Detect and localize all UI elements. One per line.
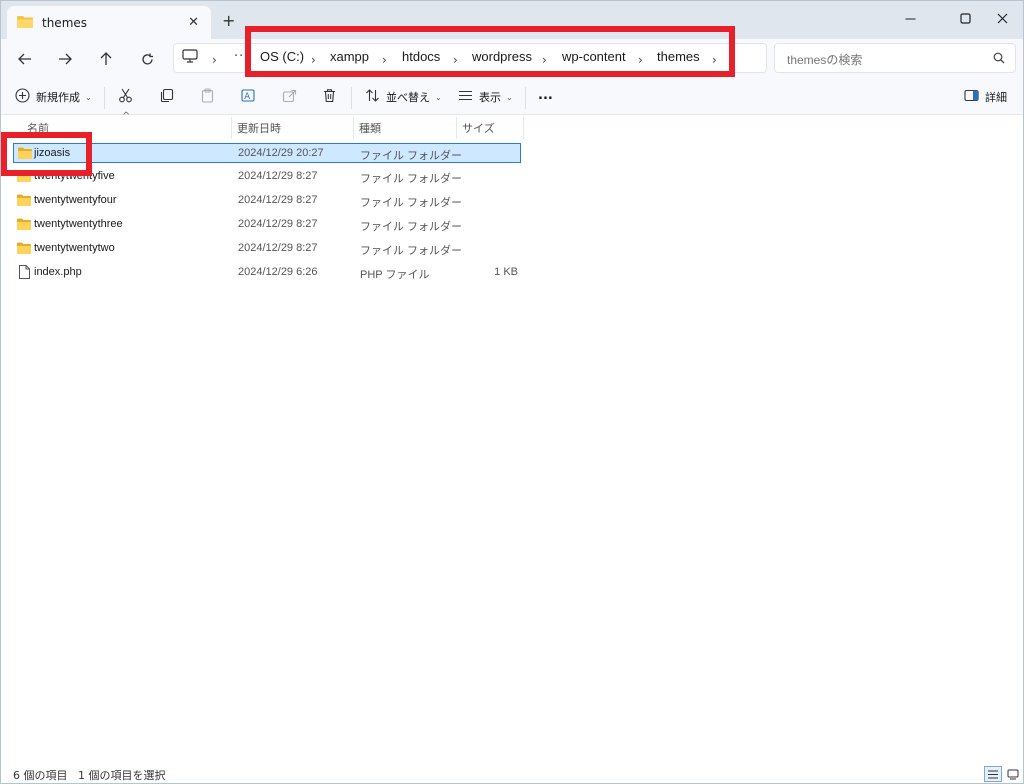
back-arrow-icon[interactable] bbox=[9, 43, 41, 75]
chevron-right-icon[interactable]: › bbox=[212, 53, 217, 67]
file-modified: 2024/12/29 8:27 bbox=[238, 194, 318, 206]
file-row[interactable]: index.php 2024/12/29 6:26 PHP ファイル 1 KB bbox=[13, 263, 521, 283]
file-modified: 2024/12/29 20:27 bbox=[238, 147, 324, 159]
file-name: twentytwentythree bbox=[34, 218, 123, 230]
toolbar-divider bbox=[104, 87, 105, 109]
rename-icon: A bbox=[241, 88, 256, 106]
sort-button-label: 並べ替え bbox=[386, 91, 430, 104]
selected-count: 1 個の項目を選択 bbox=[78, 769, 166, 782]
toolbar-divider bbox=[351, 87, 352, 109]
share-icon bbox=[282, 88, 297, 106]
status-bar: 6 個の項目 1 個の項目を選択 bbox=[1, 763, 1023, 783]
more-options-button[interactable]: ... bbox=[538, 83, 553, 107]
refresh-icon[interactable] bbox=[131, 43, 163, 75]
sort-button[interactable]: 並べ替え ⌄ bbox=[365, 85, 442, 109]
search-icon[interactable] bbox=[993, 52, 1005, 67]
svg-text:A: A bbox=[244, 92, 250, 102]
file-name: index.php bbox=[34, 266, 82, 278]
file-row[interactable]: twentytwentythree 2024/12/29 8:27 ファイル フ… bbox=[13, 215, 521, 235]
column-header-modified[interactable]: 更新日時 bbox=[231, 117, 353, 139]
rename-button[interactable]: A bbox=[241, 85, 256, 109]
toolbar-divider bbox=[525, 87, 526, 109]
new-button-label: 新規作成 bbox=[36, 91, 80, 104]
computer-icon[interactable] bbox=[182, 49, 198, 66]
view-button-label: 表示 bbox=[479, 91, 501, 104]
tab-themes[interactable]: themes ✕ bbox=[7, 6, 211, 39]
column-divider[interactable] bbox=[523, 117, 524, 139]
column-header-type[interactable]: 種類 bbox=[353, 117, 456, 139]
scissors-icon bbox=[118, 88, 133, 106]
details-pane-label: 詳細 bbox=[985, 91, 1007, 104]
details-view-button[interactable] bbox=[984, 766, 1002, 782]
chevron-down-icon: ⌄ bbox=[435, 92, 442, 102]
file-type: ファイル フォルダー bbox=[360, 150, 463, 162]
file-modified: 2024/12/29 8:27 bbox=[238, 170, 318, 182]
file-type: ファイル フォルダー bbox=[360, 173, 463, 185]
file-type: ファイル フォルダー bbox=[360, 197, 463, 209]
folder-icon bbox=[17, 218, 31, 233]
folder-icon bbox=[17, 194, 31, 209]
copy-icon bbox=[159, 88, 174, 106]
close-window-button[interactable] bbox=[979, 6, 1023, 30]
view-button[interactable]: 表示 ⌄ bbox=[458, 85, 513, 109]
file-explorer-window: themes ✕ + › ··· OS (C:) › xampp › htdoc… bbox=[0, 0, 1024, 784]
minimize-button[interactable] bbox=[887, 6, 933, 30]
new-button[interactable]: 新規作成 ⌄ bbox=[15, 85, 92, 109]
folder-icon bbox=[17, 15, 33, 31]
copy-button[interactable] bbox=[159, 85, 174, 109]
up-arrow-icon[interactable] bbox=[90, 43, 122, 75]
cut-button[interactable] bbox=[118, 85, 133, 109]
share-button[interactable] bbox=[282, 85, 297, 109]
selection-highlight-box bbox=[1, 132, 92, 176]
tab-title: themes bbox=[42, 15, 88, 30]
file-modified: 2024/12/29 6:26 bbox=[238, 266, 318, 278]
paste-button[interactable] bbox=[200, 85, 215, 109]
item-count: 6 個の項目 bbox=[13, 769, 68, 782]
file-size: 1 KB bbox=[494, 266, 518, 278]
file-type: PHP ファイル bbox=[360, 269, 430, 281]
close-tab-icon[interactable]: ✕ bbox=[188, 15, 199, 30]
column-header-size[interactable]: サイズ bbox=[456, 117, 523, 139]
new-tab-button[interactable]: + bbox=[222, 11, 235, 30]
chevron-down-icon: ⌄ bbox=[85, 92, 92, 102]
file-modified: 2024/12/29 8:27 bbox=[238, 242, 318, 254]
address-highlight-box bbox=[245, 26, 735, 77]
file-modified: 2024/12/29 8:27 bbox=[238, 218, 318, 230]
file-row[interactable]: twentytwentytwo 2024/12/29 8:27 ファイル フォル… bbox=[13, 239, 521, 259]
search-placeholder: themesの検索 bbox=[787, 53, 863, 67]
delete-button[interactable] bbox=[322, 85, 337, 109]
search-input[interactable]: themesの検索 bbox=[774, 43, 1016, 73]
list-view-icon bbox=[458, 88, 473, 106]
file-type: ファイル フォルダー bbox=[360, 221, 463, 233]
folder-icon bbox=[17, 242, 31, 257]
file-icon bbox=[19, 265, 30, 282]
file-name: twentytwentytwo bbox=[34, 242, 115, 254]
trash-icon bbox=[322, 88, 337, 106]
plus-circle-icon bbox=[15, 88, 30, 106]
tiles-view-button[interactable] bbox=[1004, 766, 1022, 782]
clipboard-icon bbox=[200, 88, 215, 106]
command-bar: 新規作成 ⌄ A 並べ替え ⌄ 表示 ⌄ ... 詳細 bbox=[1, 79, 1023, 115]
details-pane-icon bbox=[964, 89, 979, 105]
file-type: ファイル フォルダー bbox=[360, 245, 463, 257]
details-pane-button[interactable]: 詳細 bbox=[964, 85, 1007, 109]
forward-arrow-icon[interactable] bbox=[49, 43, 81, 75]
chevron-down-icon: ⌄ bbox=[506, 92, 513, 102]
file-row[interactable]: twentytwentyfour 2024/12/29 8:27 ファイル フォ… bbox=[13, 191, 521, 211]
sort-arrows-icon bbox=[365, 88, 380, 106]
file-name: twentytwentyfour bbox=[34, 194, 117, 206]
